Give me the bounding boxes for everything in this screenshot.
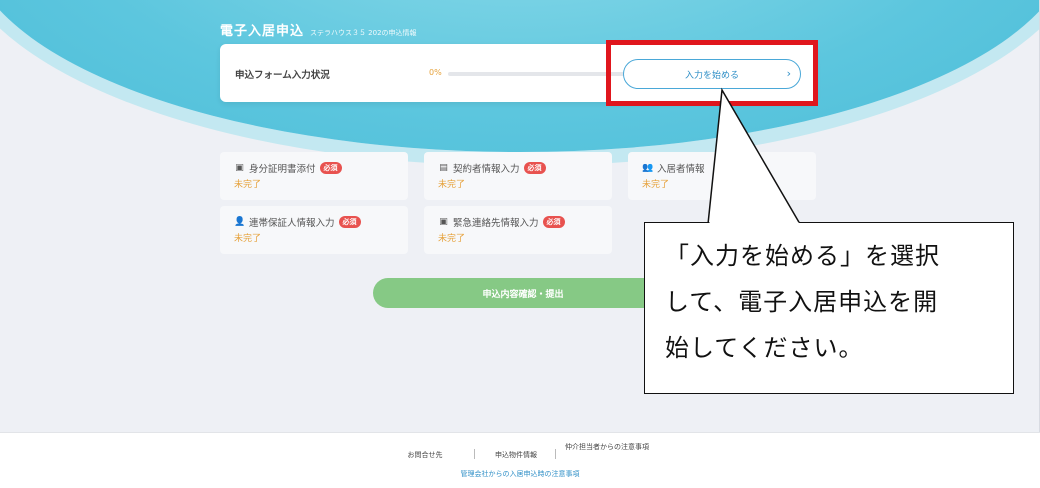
footer-divider xyxy=(474,449,475,459)
footer-link-property[interactable]: 申込物件情報 xyxy=(486,450,546,460)
footer-divider xyxy=(555,449,556,459)
footer-link-agent-notes[interactable]: 仲介担当者からの注意事項 xyxy=(562,443,652,452)
footer-link-management-notes[interactable]: 管理会社からの入居申込時の注意事項 xyxy=(0,469,1040,479)
callout-pointer-mask xyxy=(709,221,799,225)
footer: お問合せ先 申込物件情報 仲介担当者からの注意事項 管理会社からの入居申込時の注… xyxy=(0,432,1040,488)
footer-link-contact[interactable]: お問合せ先 xyxy=(395,450,455,460)
